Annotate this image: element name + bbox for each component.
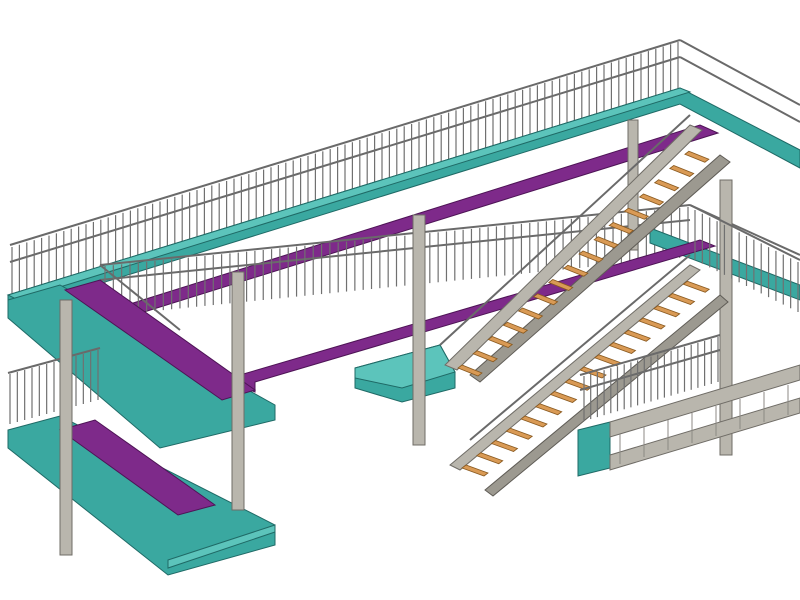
- upper-walkway: [6, 39, 800, 334]
- left-column-b: [231, 271, 245, 511]
- stair-tread: [505, 427, 534, 440]
- stair-tread: [668, 165, 695, 177]
- stair-tread: [534, 403, 563, 416]
- stair-tread: [653, 179, 680, 192]
- stair-tread: [475, 452, 504, 465]
- stair-tread: [461, 464, 489, 477]
- center-column: [412, 214, 426, 446]
- stair-tread: [684, 150, 710, 163]
- stair-tread: [549, 391, 578, 403]
- stair-tread: [682, 280, 711, 293]
- stair-tread: [608, 342, 637, 354]
- stair-tread: [578, 250, 604, 263]
- stair-tread: [667, 293, 696, 305]
- upper-edge-beam-top: [6, 87, 692, 301]
- stair-tread: [563, 264, 589, 277]
- stair-tread: [593, 236, 619, 249]
- lower-right-platform: [577, 334, 800, 477]
- stair-tread: [638, 317, 666, 330]
- stair-tread: [623, 329, 652, 342]
- left-platform: [7, 264, 276, 576]
- lower-right-edge-beam: [577, 421, 611, 477]
- left-column-a: [59, 299, 73, 556]
- stair-tread: [520, 415, 548, 428]
- steel-structure-model: [6, 39, 800, 576]
- stair-tread: [652, 305, 681, 318]
- stair-tread: [517, 307, 544, 320]
- cad-viewport[interactable]: [0, 0, 800, 600]
- stair-tread: [490, 440, 519, 452]
- stair-tread: [638, 193, 665, 206]
